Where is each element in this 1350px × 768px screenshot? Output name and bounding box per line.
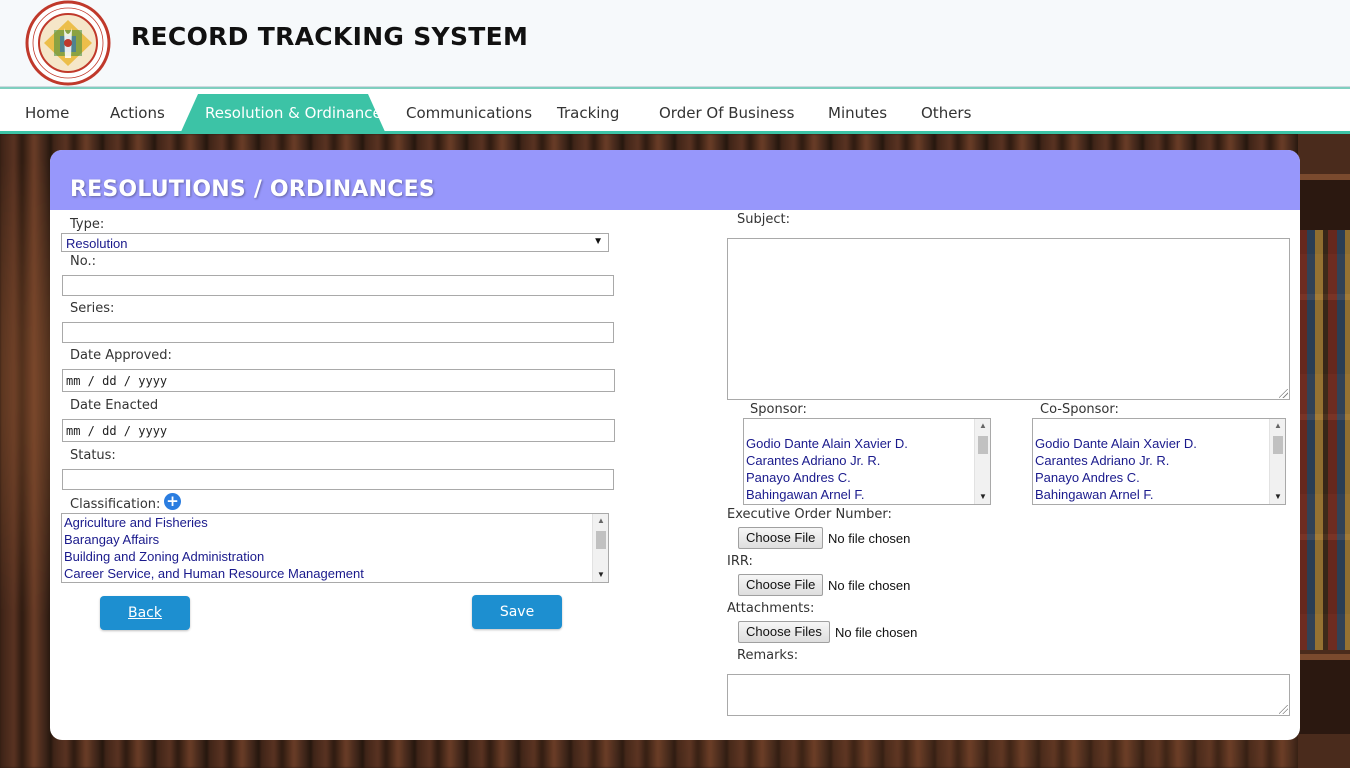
cosponsor-listbox[interactable]: Godio Dante Alain Xavier D. Carantes Adr…: [1032, 418, 1286, 505]
cosponsor-option[interactable]: Godio Dante Alain Xavier D.: [1035, 436, 1197, 451]
classification-option[interactable]: Building and Zoning Administration: [64, 549, 264, 564]
card-header: RESOLUTIONS / ORDINANCES: [50, 150, 1300, 210]
scroll-down-icon[interactable]: ▼: [593, 568, 608, 582]
nav-communications[interactable]: Communications: [406, 104, 532, 122]
type-select[interactable]: Resolution ▼: [61, 233, 609, 252]
type-label: Type:: [70, 217, 105, 232]
classification-label: Classification:: [70, 497, 161, 512]
attachments-choose-files-button[interactable]: Choose Files: [738, 621, 830, 643]
nav-others[interactable]: Others: [921, 104, 971, 122]
no-input[interactable]: [62, 275, 614, 296]
sponsor-listbox[interactable]: Godio Dante Alain Xavier D. Carantes Adr…: [743, 418, 991, 505]
card-title: RESOLUTIONS / ORDINANCES: [70, 177, 435, 202]
eo-number-label: Executive Order Number:: [727, 507, 892, 522]
classification-option[interactable]: Barangay Affairs: [64, 532, 159, 547]
nav-order-of-business[interactable]: Order Of Business: [659, 104, 794, 122]
date-enacted-input[interactable]: mm / dd / yyyy: [62, 419, 615, 442]
series-label: Series:: [70, 301, 115, 316]
attachments-label: Attachments:: [727, 601, 815, 616]
irr-choose-file-button[interactable]: Choose File: [738, 574, 824, 596]
eo-choose-file-button[interactable]: Choose File: [738, 527, 824, 549]
resolution-form-card: RESOLUTIONS / ORDINANCES Type: Resolutio…: [50, 150, 1300, 740]
status-input[interactable]: [62, 469, 614, 490]
scroll-up-icon[interactable]: ▲: [593, 514, 608, 528]
scroll-thumb[interactable]: [978, 436, 988, 454]
sponsor-option[interactable]: Panayo Andres C.: [746, 470, 851, 485]
classification-listbox[interactable]: Agriculture and Fisheries Barangay Affai…: [61, 513, 609, 583]
sponsor-option[interactable]: Carantes Adriano Jr. R.: [746, 453, 880, 468]
scroll-thumb[interactable]: [1273, 436, 1283, 454]
nav-minutes[interactable]: Minutes: [828, 104, 887, 122]
no-label: No.:: [70, 254, 96, 269]
scroll-up-icon[interactable]: ▲: [1270, 419, 1285, 433]
resize-handle-icon[interactable]: [1279, 705, 1288, 714]
cosponsor-option[interactable]: Bahingawan Arnel F.: [1035, 487, 1154, 502]
back-button[interactable]: Back: [100, 596, 190, 630]
date-approved-label: Date Approved:: [70, 348, 172, 363]
scroll-up-icon[interactable]: ▲: [975, 419, 990, 433]
date-approved-input[interactable]: mm / dd / yyyy: [62, 369, 615, 392]
scroll-down-icon[interactable]: ▼: [975, 490, 990, 504]
eo-file-status: No file chosen: [828, 531, 911, 546]
municipal-seal-logo: [24, 0, 112, 86]
nav-home[interactable]: Home: [25, 104, 69, 122]
site-header: RECORD TRACKING SYSTEM: [0, 0, 1350, 87]
classification-option[interactable]: Career Service, and Human Resource Manag…: [64, 566, 364, 581]
sponsor-label: Sponsor:: [750, 402, 807, 417]
classification-scrollbar[interactable]: ▲ ▼: [592, 514, 608, 582]
nav-tracking[interactable]: Tracking: [557, 104, 619, 122]
date-enacted-label: Date Enacted: [70, 398, 159, 413]
scroll-thumb[interactable]: [596, 531, 606, 549]
save-button[interactable]: Save: [472, 595, 562, 629]
attachments-file-status: No file chosen: [835, 625, 918, 640]
cosponsor-option[interactable]: Carantes Adriano Jr. R.: [1035, 453, 1169, 468]
subject-textarea[interactable]: [727, 238, 1290, 400]
cosponsor-label: Co-Sponsor:: [1040, 402, 1119, 417]
cosponsor-scrollbar[interactable]: ▲ ▼: [1269, 419, 1285, 504]
app-title: RECORD TRACKING SYSTEM: [131, 22, 529, 51]
type-select-value: Resolution: [66, 236, 128, 251]
classification-option[interactable]: Agriculture and Fisheries: [64, 515, 208, 530]
nav-actions[interactable]: Actions: [110, 104, 165, 122]
books-background: [1298, 230, 1350, 650]
cosponsor-option[interactable]: Panayo Andres C.: [1035, 470, 1140, 485]
series-input[interactable]: [62, 322, 614, 343]
scroll-down-icon[interactable]: ▼: [1270, 490, 1285, 504]
irr-file-status: No file chosen: [828, 578, 911, 593]
status-label: Status:: [70, 448, 116, 463]
sponsor-option[interactable]: Godio Dante Alain Xavier D.: [746, 436, 908, 451]
remarks-textarea[interactable]: [727, 674, 1290, 716]
nav-resolution-ordinance[interactable]: Resolution & Ordinance: [205, 104, 382, 122]
irr-label: IRR:: [727, 554, 753, 569]
sponsor-scrollbar[interactable]: ▲ ▼: [974, 419, 990, 504]
triangle-down-icon: ▼: [593, 236, 603, 247]
resize-handle-icon[interactable]: [1279, 389, 1288, 398]
sponsor-option[interactable]: Bahingawan Arnel F.: [746, 487, 865, 502]
main-nav: Home Actions Resolution & Ordinance Comm…: [0, 87, 1350, 134]
plus-circle-icon[interactable]: +: [164, 493, 181, 510]
subject-label: Subject:: [737, 212, 790, 227]
remarks-label: Remarks:: [737, 648, 799, 663]
